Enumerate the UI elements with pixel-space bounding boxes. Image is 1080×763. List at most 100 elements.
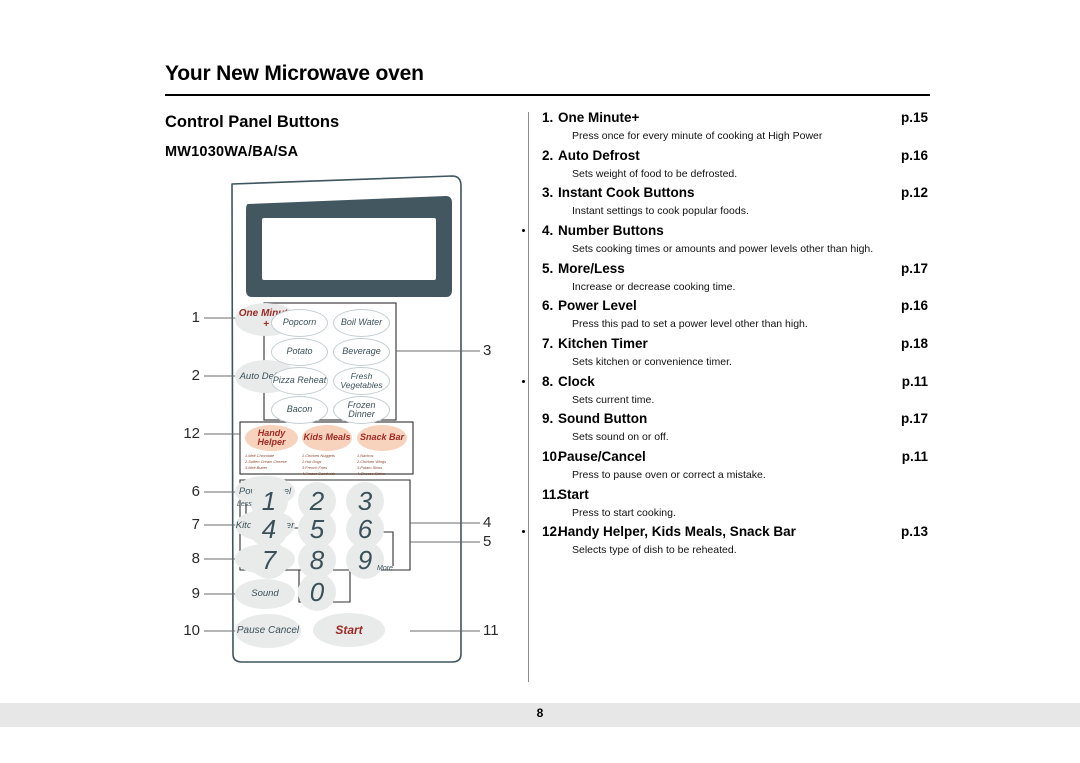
feature-description: Press once for every minute of cooking a… — [572, 129, 823, 142]
feature-index: 9. — [542, 411, 554, 427]
feature-index: 11. — [542, 486, 561, 502]
keypad-key-7[interactable]: 7 — [250, 541, 288, 579]
handy-helper-item-list: 1.Melt Chocolate 2.Soften Cream Cheese 3… — [245, 453, 287, 471]
feature-page-reference: p.11 — [901, 449, 928, 465]
feature-item: 11. Start Press to start cooking. — [528, 485, 928, 522]
callout-11: 11 — [483, 622, 499, 639]
instant-button-fresh-vegetables-label: Fresh Vegetables — [340, 371, 383, 390]
feature-heading: 10. Pause/Cancel p.11 — [528, 447, 928, 468]
feature-heading: 11. Start — [528, 485, 928, 506]
button-pause-cancel[interactable]: Pause Cancel — [235, 614, 301, 648]
feature-heading: 12. Handy Helper, Kids Meals, Snack Bar p.… — [528, 522, 928, 543]
feature-item: 2. Auto Defrost p.16 Sets weight of food to… — [528, 146, 928, 183]
feature-page-reference: p.18 — [900, 336, 928, 352]
feature-page-reference: p.17 — [900, 260, 928, 276]
feature-page-reference: p.13 — [900, 524, 928, 540]
instant-button-beverage[interactable]: Beverage — [333, 338, 390, 366]
feature-description: Sets weight of food to be defrosted. — [572, 167, 738, 180]
feature-heading: 4. Number Buttons — [528, 221, 928, 242]
feature-description: Selects type of dish to be reheated. — [572, 544, 737, 557]
callout-10: 10 — [183, 622, 200, 639]
feature-heading: 7. Kitchen Timer p.18 — [528, 334, 928, 355]
button-sound-label: Sound — [251, 588, 279, 600]
callout-8: 8 — [191, 550, 200, 567]
menu-button-handy-helper[interactable]: Handy Helper — [245, 425, 298, 451]
feature-label: Power Level — [558, 298, 637, 314]
feature-label: Handy Helper, Kids Meals, Snack Bar — [558, 524, 796, 540]
callout-5: 5 — [483, 533, 492, 550]
feature-page-reference: p.15 — [900, 110, 928, 125]
feature-item: 3. Instant Cook Buttons p.12 Instant settin… — [528, 183, 928, 220]
snack-bar-item: 3.Potato Skins — [357, 464, 383, 470]
feature-page-reference: p.12 — [900, 185, 928, 201]
keypad-key-4-label: 4 — [261, 513, 277, 544]
kids-meals-item: 4.Frozen Sandwich — [302, 470, 336, 476]
feature-item: 8. Clock p.11 Sets current time. — [522, 372, 928, 409]
instant-button-boil-water-label: Boil Water — [340, 317, 383, 328]
feature-item: 1. One Minute+ p.15 Press once for every mi… — [528, 108, 928, 145]
feature-heading: 9. Sound Button p.17 — [528, 409, 928, 430]
instant-button-bacon-label: Bacon — [286, 404, 313, 415]
feature-item: 12. Handy Helper, Kids Meals, Snack Bar p.… — [522, 522, 928, 559]
instant-button-frozen-dinner[interactable]: Frozen Dinner — [333, 396, 390, 424]
section-title: Control Panel Buttons — [165, 113, 340, 131]
feature-index: 2. — [542, 147, 554, 163]
handy-helper-item: 2.Soften Cream Cheese — [245, 458, 287, 464]
instant-button-boil-water[interactable]: Boil Water — [333, 309, 390, 337]
feature-description: Press to pause oven or correct a mistake… — [572, 468, 766, 481]
instant-button-fresh-vegetables[interactable]: Fresh Vegetables — [333, 367, 390, 395]
feature-label: Start — [558, 486, 589, 502]
callout-3: 3 — [483, 342, 492, 359]
feature-item: 7. Kitchen Timer p.18 Sets kitchen or conve… — [528, 334, 928, 371]
control-panel-diagram: One Minute + Auto Defrost Power Level Ki… — [180, 170, 510, 670]
kids-meals-item-list: 1.Chicken Nuggets 2.Hot Dogs 3.French Fr… — [302, 453, 335, 476]
feature-bullet-icon — [522, 530, 525, 534]
feature-bullet-icon — [522, 229, 525, 233]
feature-index: 10. — [542, 449, 561, 465]
keypad-less-label: Less — [237, 501, 252, 508]
keypad-key-0[interactable]: 0 — [298, 573, 336, 611]
feature-index: 8. — [542, 373, 554, 389]
callout-9: 9 — [191, 585, 200, 602]
feature-page-reference: p.16 — [900, 298, 928, 314]
instant-button-potato[interactable]: Potato — [271, 338, 328, 366]
feature-item: 4. Number Buttons Sets cooking times or am… — [522, 221, 928, 258]
callout-2: 2 — [191, 367, 200, 384]
feature-label: Auto Defrost — [558, 147, 640, 163]
instant-button-popcorn[interactable]: Popcorn — [271, 309, 328, 337]
menu-button-kids-meals[interactable]: Kids Meals — [302, 425, 352, 451]
snack-bar-item: 2.Chicken Wings — [357, 458, 387, 464]
callout-12: 12 — [183, 425, 200, 442]
instant-button-frozen-dinner-label: Frozen Dinner — [347, 399, 376, 419]
feature-description: Instant settings to cook popular foods. — [572, 205, 749, 218]
instant-button-pizza-reheat[interactable]: Pizza Reheat — [271, 367, 328, 395]
menu-button-snack-bar[interactable]: Snack Bar — [357, 425, 407, 451]
instant-button-potato-label: Potato — [286, 346, 313, 357]
feature-item: 10. Pause/Cancel p.11 Press to pause oven o… — [528, 447, 928, 484]
feature-description: Sets kitchen or convenience timer. — [572, 355, 732, 368]
instant-button-bacon[interactable]: Bacon — [271, 396, 328, 424]
button-sound[interactable]: Sound — [235, 579, 295, 609]
feature-index: 4. — [542, 223, 554, 239]
feature-index: 6. — [542, 298, 554, 314]
feature-heading: 3. Instant Cook Buttons p.12 — [528, 183, 928, 204]
kids-meals-item: 1.Chicken Nuggets — [302, 453, 335, 458]
feature-page-reference: p.11 — [901, 373, 928, 389]
feature-page-reference: p.17 — [900, 411, 928, 427]
feature-label: One Minute+ — [558, 110, 640, 125]
feature-description: Increase or decrease cooking time. — [572, 280, 736, 293]
feature-label: Instant Cook Buttons — [558, 185, 695, 201]
keypad-key-9[interactable]: 9 — [346, 541, 384, 579]
feature-label: Clock — [558, 373, 595, 389]
keypad-key-9-label: 9 — [357, 544, 373, 575]
feature-label: Kitchen Timer — [558, 336, 648, 352]
button-start[interactable]: Start — [313, 613, 385, 647]
snack-bar-item-list: 1.Nachos 2.Chicken Wings 3.Potato Skins … — [357, 453, 386, 476]
feature-label: More/Less — [558, 260, 625, 276]
callout-4: 4 — [483, 514, 492, 531]
model-number: MW1030WA/BA/SA — [165, 144, 299, 160]
footer-page-number: 8 — [536, 706, 544, 720]
feature-heading: 2. Auto Defrost p.16 — [528, 146, 928, 167]
feature-item: 5. More/Less p.17 Increase or decrease cook… — [528, 259, 928, 296]
feature-index: 7. — [542, 336, 554, 352]
